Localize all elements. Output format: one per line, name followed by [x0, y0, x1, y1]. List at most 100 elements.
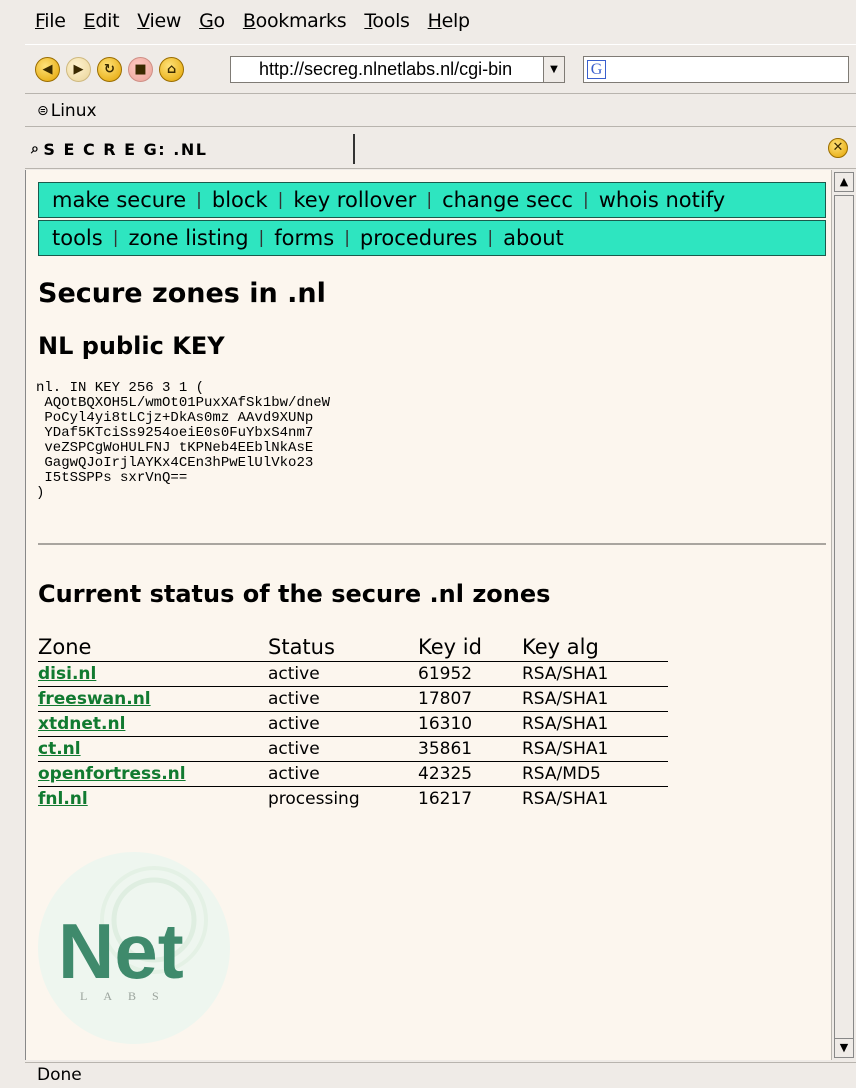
divider	[38, 543, 826, 545]
status-bar: Done	[25, 1062, 856, 1088]
browser-window: File Edit View Go Bookmarks Tools Help ◀…	[25, 0, 856, 1088]
zone-link[interactable]: disi.nl	[38, 664, 96, 684]
nav-forms[interactable]: forms	[274, 226, 334, 250]
zone-link[interactable]: freeswan.nl	[38, 689, 151, 709]
zone-key-id: 61952	[418, 664, 473, 684]
nav-separator: |	[277, 190, 284, 210]
menu-go[interactable]: Go	[199, 10, 225, 32]
zone-link[interactable]: openfortress.nl	[38, 764, 186, 784]
logo-labs-text: LABS	[80, 989, 175, 1003]
status-heading: Current status of the secure .nl zones	[38, 580, 551, 608]
scroll-thumb[interactable]	[834, 195, 854, 1053]
nav-tools[interactable]: tools	[52, 226, 103, 250]
nav-separator: |	[582, 190, 589, 210]
zone-key-id: 35861	[418, 739, 473, 759]
nav-separator: |	[426, 190, 433, 210]
zone-key-alg: RSA/SHA1	[522, 689, 609, 709]
zone-status: processing	[268, 789, 360, 809]
column-header-key-alg: Key alg	[522, 635, 599, 659]
table-row: freeswan.nl active 17807 RSA/SHA1	[38, 687, 668, 712]
zone-status: active	[268, 714, 320, 734]
menu-tools[interactable]: Tools	[364, 10, 410, 32]
tab-bar: ⌕ S E C R E G: .NL ✕	[25, 129, 856, 169]
tab-secreg[interactable]: ⌕ S E C R E G: .NL	[31, 134, 355, 164]
column-header-status: Status	[268, 635, 335, 659]
menu-bookmarks[interactable]: Bookmarks	[243, 10, 347, 32]
page-search-icon: ⌕	[31, 141, 41, 157]
bookmark-linux[interactable]: Linux	[51, 101, 97, 121]
url-history-dropdown[interactable]: ▼	[543, 56, 565, 83]
nav-procedures[interactable]: procedures	[360, 226, 478, 250]
site-nav-row-2: tools | zone listing | forms | procedure…	[38, 220, 826, 256]
google-search-icon[interactable]: G	[587, 60, 606, 79]
menu-help[interactable]: Help	[428, 10, 470, 32]
table-row: disi.nl active 61952 RSA/SHA1	[38, 662, 668, 687]
page-title: Secure zones in .nl	[38, 278, 326, 309]
nav-separator: |	[487, 228, 494, 248]
nav-zone-listing[interactable]: zone listing	[128, 226, 248, 250]
zone-key-alg: RSA/SHA1	[522, 789, 609, 809]
zone-key-alg: RSA/SHA1	[522, 714, 609, 734]
menu-file[interactable]: File	[35, 10, 66, 32]
nav-about[interactable]: about	[503, 226, 564, 250]
forward-arrow-icon: ▶	[73, 61, 84, 77]
zones-table: Zone Status Key id Key alg disi.nl activ…	[38, 633, 668, 811]
home-icon: ⌂	[166, 61, 177, 77]
back-arrow-icon: ◀	[42, 61, 53, 77]
table-row: xtdnet.nl active 16310 RSA/SHA1	[38, 712, 668, 737]
zone-status: active	[268, 764, 320, 784]
back-button[interactable]: ◀	[35, 56, 60, 82]
zone-key-alg: RSA/MD5	[522, 764, 601, 784]
nav-separator: |	[112, 228, 119, 248]
home-button[interactable]: ⌂	[159, 56, 184, 82]
vertical-scrollbar[interactable]: ▲ ▼	[831, 170, 856, 1060]
nav-whois-notify[interactable]: whois notify	[599, 188, 725, 212]
zone-key-id: 42325	[418, 764, 473, 784]
zone-key-alg: RSA/SHA1	[522, 739, 609, 759]
menu-view[interactable]: View	[137, 10, 181, 32]
scroll-up-arrow-icon[interactable]: ▲	[834, 172, 854, 192]
nav-separator: |	[258, 228, 265, 248]
stop-button[interactable]: ■	[128, 56, 153, 82]
zone-status: active	[268, 664, 320, 684]
nav-change-secc[interactable]: change secc	[442, 188, 573, 212]
zone-key-id: 16217	[418, 789, 473, 809]
table-row: ct.nl active 35861 RSA/SHA1	[38, 737, 668, 762]
table-header-row: Zone Status Key id Key alg	[38, 633, 668, 662]
navigation-toolbar: ◀ ▶ ↻ ■ ⌂ http://secreg.nlnetlabs.nl/cgi…	[25, 44, 856, 94]
zone-link[interactable]: fnl.nl	[38, 789, 88, 809]
column-header-zone: Zone	[38, 635, 92, 659]
column-header-key-id: Key id	[418, 635, 482, 659]
close-tab-button[interactable]: ✕	[828, 138, 848, 158]
zone-key-id: 16310	[418, 714, 473, 734]
logo-net-text: Net	[58, 907, 184, 995]
zone-link[interactable]: ct.nl	[38, 739, 81, 759]
reload-button[interactable]: ↻	[97, 56, 122, 82]
nav-separator: |	[196, 190, 202, 210]
tab-title: S E C R E G: .NL	[43, 139, 208, 159]
chevron-down-icon: ▼	[550, 64, 558, 75]
stop-icon: ■	[134, 61, 147, 77]
url-input[interactable]: http://secreg.nlnetlabs.nl/cgi-bin	[230, 56, 543, 83]
menu-edit[interactable]: Edit	[84, 10, 120, 32]
nav-make-secure[interactable]: make secure	[52, 188, 186, 212]
zone-key-alg: RSA/SHA1	[522, 664, 609, 684]
site-nav-row-1: make secure | block | key rollover | cha…	[38, 182, 826, 218]
forward-button[interactable]: ▶	[66, 56, 91, 82]
page-content: make secure | block | key rollover | cha…	[25, 170, 831, 1060]
public-key-text: nl. IN KEY 256 3 1 ( AQOtBQXOH5L/wmOt01P…	[36, 380, 331, 501]
nlnet-labs-logo: Net LABS	[38, 852, 230, 1044]
table-row: openfortress.nl active 42325 RSA/MD5	[38, 762, 668, 787]
search-input[interactable]: G	[583, 56, 849, 83]
menu-bar: File Edit View Go Bookmarks Tools Help	[25, 0, 856, 42]
key-heading: NL public KEY	[38, 332, 225, 360]
scroll-down-arrow-icon[interactable]: ▼	[834, 1038, 854, 1058]
bookmarks-toolbar: ⊜ Linux	[25, 95, 856, 127]
zone-status: active	[268, 739, 320, 759]
nav-key-rollover[interactable]: key rollover	[293, 188, 416, 212]
table-row: fnl.nl processing 16217 RSA/SHA1	[38, 787, 668, 812]
zone-link[interactable]: xtdnet.nl	[38, 714, 125, 734]
reload-icon: ↻	[104, 61, 115, 77]
nav-block[interactable]: block	[212, 188, 268, 212]
nav-separator: |	[344, 228, 350, 248]
